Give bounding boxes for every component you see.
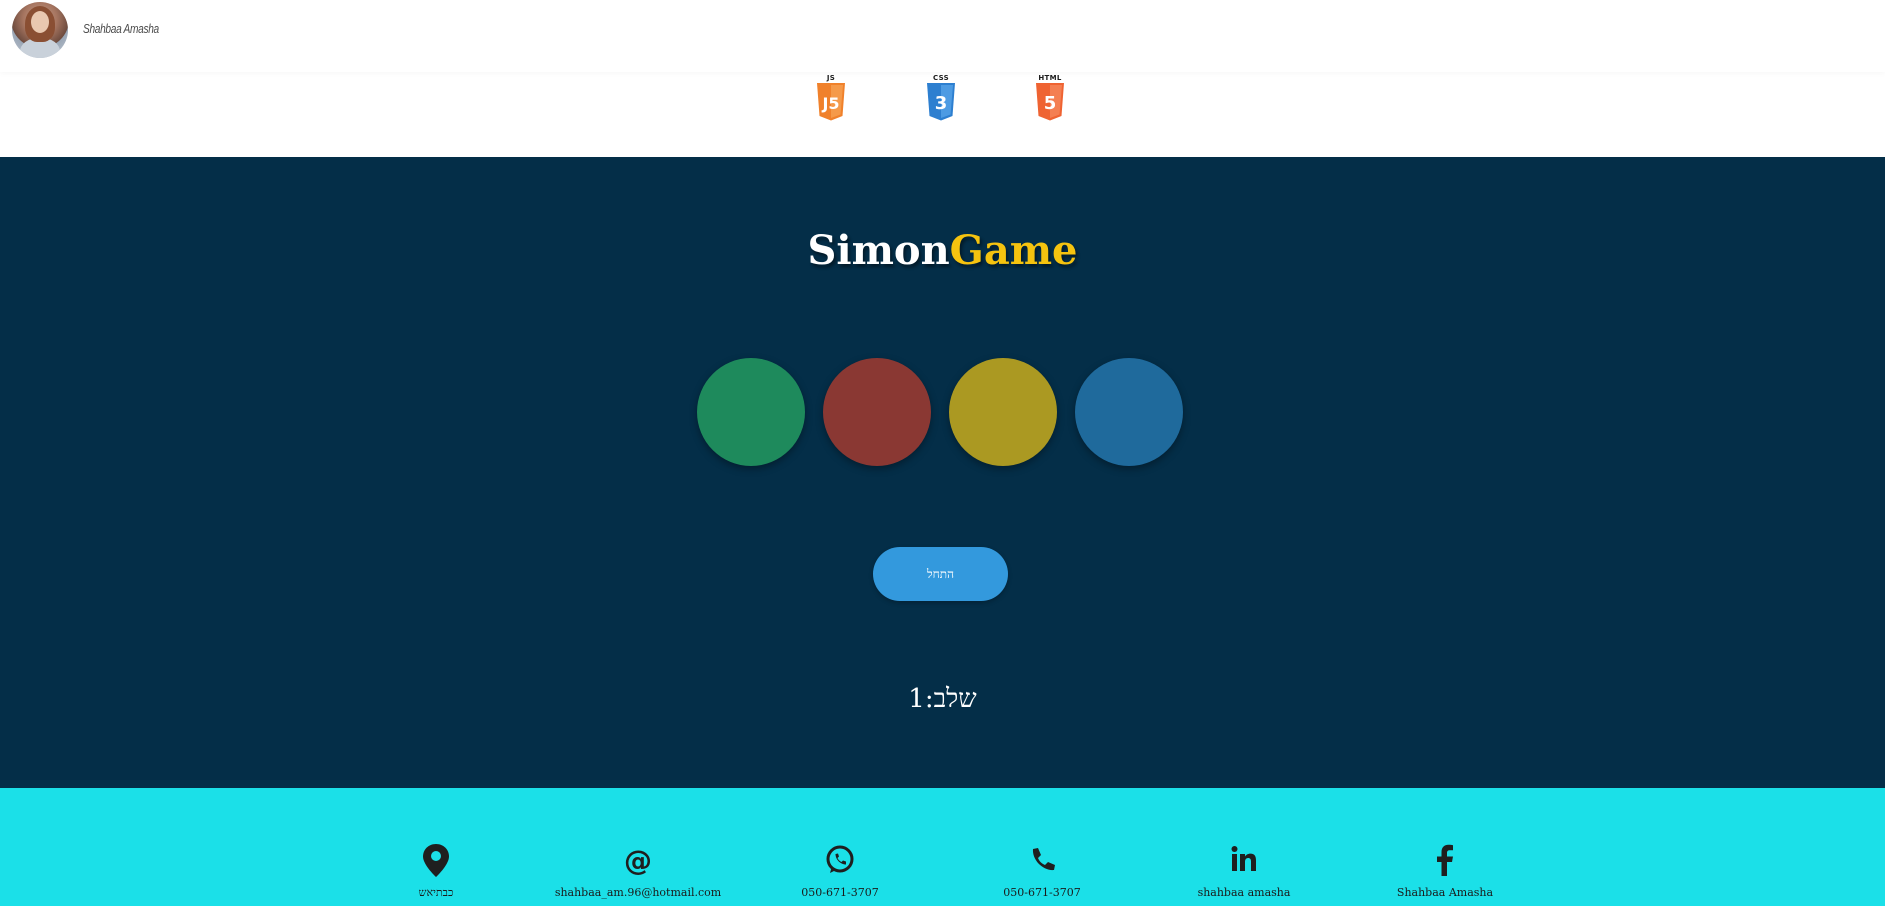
tech-icons-row: JS J5 CSS 3 HTML 5: [0, 74, 1885, 124]
start-button[interactable]: התחל: [873, 547, 1008, 601]
contact-email[interactable]: @ shahbaa_am.96@hotmail.com: [538, 840, 738, 899]
contact-whatsapp-text: 050-671-3707: [801, 886, 879, 899]
location-pin-icon: [423, 844, 449, 877]
brand-name[interactable]: Shahbaa Amasha: [83, 21, 159, 36]
css3-icon: CSS 3: [924, 74, 958, 124]
contact-email-text: shahbaa_am.96@hotmail.com: [554, 886, 722, 899]
contact-whatsapp[interactable]: 050-671-3707: [740, 840, 940, 899]
at-email-icon: @: [624, 844, 652, 877]
whatsapp-icon: [826, 845, 854, 873]
pad-yellow[interactable]: [949, 358, 1057, 466]
avatar-face: [31, 11, 49, 33]
phone-icon: [1032, 848, 1055, 871]
pad-blue[interactable]: [1075, 358, 1183, 466]
title-simon: Simon: [807, 227, 950, 274]
svg-text:@: @: [624, 844, 652, 877]
game-section: SimonGame התחל שלב:1: [0, 157, 1885, 788]
linkedin-icon: [1231, 846, 1256, 871]
css3-icon-caption: CSS: [933, 74, 949, 82]
contact-facebook[interactable]: Shahbaa Amasha: [1345, 840, 1545, 899]
profile-avatar[interactable]: [12, 2, 68, 58]
contact-location-text: כבתיאש: [418, 886, 454, 899]
game-title: SimonGame: [0, 227, 1885, 274]
svg-text:5: 5: [1044, 93, 1057, 114]
html5-icon-caption: HTML: [1038, 74, 1062, 82]
top-bar: Shahbaa Amasha: [0, 0, 1885, 72]
html5-shield-icon: 5: [1036, 83, 1064, 121]
contact-phone[interactable]: 050-671-3707: [942, 840, 1142, 899]
js-icon-caption: JS: [826, 74, 836, 82]
pad-green[interactable]: [697, 358, 805, 466]
js-icon: JS J5: [814, 74, 848, 124]
contact-footer: כבתיאש @ shahbaa_am.96@hotmail.com 050-6…: [0, 788, 1885, 906]
contact-location[interactable]: כבתיאש: [336, 840, 536, 899]
contact-linkedin-text: shahbaa amasha: [1197, 886, 1291, 899]
level-indicator: שלב:1: [908, 684, 977, 714]
pad-red[interactable]: [823, 358, 931, 466]
css3-shield-icon: 3: [927, 83, 955, 121]
svg-text:3: 3: [935, 93, 948, 114]
contact-linkedin[interactable]: shahbaa amasha: [1144, 840, 1344, 899]
svg-text:J5: J5: [821, 94, 839, 113]
js-shield-icon: J5: [817, 83, 845, 121]
site-header: Shahbaa Amasha JS J5 CSS 3 HTML 5: [0, 0, 1885, 157]
title-game: Game: [949, 227, 1078, 274]
facebook-icon: [1437, 844, 1453, 876]
contact-phone-text: 050-671-3707: [1003, 886, 1081, 899]
contact-facebook-text: Shahbaa Amasha: [1396, 886, 1494, 899]
html5-icon: HTML 5: [1033, 74, 1067, 124]
simon-pads: [0, 358, 1885, 468]
